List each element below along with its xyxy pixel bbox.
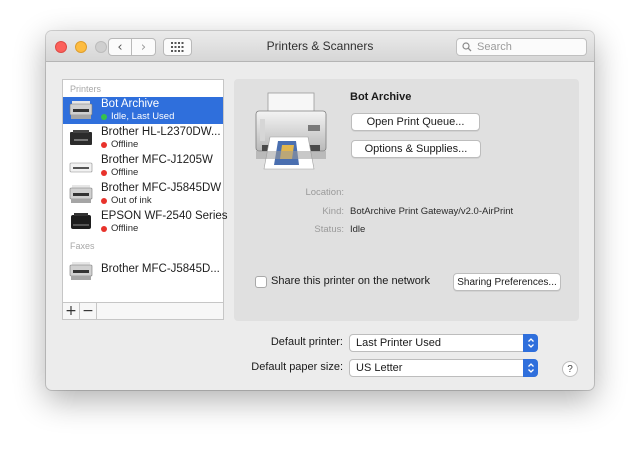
zoom-button[interactable]	[95, 41, 107, 53]
default-printer-select[interactable]: Last Printer Used	[349, 334, 538, 352]
location-label: Location:	[305, 187, 344, 198]
multifunction-printer-icon	[69, 185, 93, 203]
printer-item-brother-hl[interactable]: Brother HL-L2370DW... Offline	[63, 125, 223, 152]
printer-status: Out of ink	[101, 195, 152, 206]
multifunction-printer-icon	[69, 101, 93, 119]
kind-label: Kind:	[322, 206, 344, 217]
open-print-queue-button[interactable]: Open Print Queue...	[351, 113, 480, 131]
inkjet-printer-icon	[69, 162, 93, 173]
printer-status: Offline	[101, 167, 138, 178]
navigation-buttons: ‹ ›	[108, 38, 156, 56]
chevron-right-icon: ›	[140, 39, 147, 55]
close-button[interactable]	[55, 41, 67, 53]
printer-item-brother-j5845dw[interactable]: Brother MFC-J5845DW Out of ink	[63, 181, 223, 208]
back-button[interactable]: ‹	[108, 38, 132, 56]
help-button[interactable]: ?	[562, 361, 578, 377]
status-value: Idle	[350, 224, 366, 235]
paper-size-value: US Letter	[356, 362, 403, 374]
epson-printer-icon	[71, 213, 91, 229]
fax-item-brother-j5845d[interactable]: Brother MFC-J5845D...	[63, 258, 223, 282]
printer-large-icon	[255, 92, 327, 170]
default-printer-label: Default printer:	[270, 336, 343, 348]
minimize-button[interactable]	[75, 41, 87, 53]
list-toolbar: + −	[63, 302, 223, 319]
status-label: Status:	[314, 224, 344, 235]
printer-item-epson[interactable]: EPSON WF-2540 Series Offline	[63, 209, 228, 236]
search-field[interactable]: Search	[456, 38, 587, 56]
paper-size-label: Default paper size:	[251, 361, 343, 373]
status-dot-icon	[101, 141, 107, 148]
status-text: Idle, Last Used	[111, 111, 175, 122]
chevron-updown-icon	[523, 359, 538, 377]
printers-scanners-window: ‹ › Printers & Scanners Search Printers	[46, 31, 594, 390]
printer-status: Offline	[101, 223, 138, 234]
share-printer-checkbox[interactable]	[255, 276, 267, 288]
fax-icon	[69, 262, 93, 280]
show-all-button[interactable]	[163, 38, 192, 56]
status-dot-icon	[101, 197, 107, 204]
search-icon	[457, 42, 477, 52]
printers-section-header: Printers	[70, 84, 102, 94]
printer-status: Idle, Last Used	[101, 111, 174, 122]
chevron-updown-icon	[523, 334, 538, 352]
printer-name: Brother HL-L2370DW...	[101, 126, 221, 138]
printer-list: Printers Bot Archive Idle, Last Used Bro…	[62, 79, 228, 320]
kind-value: BotArchive Print Gateway/v2.0-AirPrint	[350, 206, 514, 217]
chevron-left-icon: ‹	[117, 39, 123, 55]
printer-name: EPSON WF-2540 Series	[101, 210, 228, 222]
forward-button[interactable]: ›	[132, 38, 156, 56]
faxes-section-header: Faxes	[70, 241, 95, 251]
printer-name: Brother MFC-J5845DW	[101, 182, 222, 194]
printer-title: Bot Archive	[350, 91, 412, 103]
printer-item-bot-archive[interactable]: Bot Archive Idle, Last Used	[63, 97, 223, 124]
status-text: Out of ink	[111, 195, 152, 206]
share-printer-label[interactable]: Share this printer on the network	[271, 275, 430, 287]
default-printer-value: Last Printer Used	[356, 337, 441, 349]
title-bar: ‹ › Printers & Scanners Search	[46, 31, 594, 62]
status-dot-icon	[101, 225, 107, 232]
printer-status: Offline	[101, 139, 138, 150]
status-text: Offline	[111, 223, 139, 234]
status-text: Offline	[111, 167, 139, 178]
paper-size-select[interactable]: US Letter	[349, 359, 538, 377]
grid-icon	[171, 42, 184, 52]
status-dot-icon	[101, 169, 107, 176]
options-supplies-button[interactable]: Options & Supplies...	[351, 140, 481, 158]
status-dot-icon	[101, 113, 107, 120]
add-printer-button[interactable]: +	[63, 303, 80, 319]
printer-item-brother-j1205w[interactable]: Brother MFC-J1205W Offline	[63, 153, 223, 180]
printer-name: Bot Archive	[101, 98, 160, 110]
sharing-preferences-button[interactable]: Sharing Preferences...	[453, 273, 561, 291]
printer-name: Brother MFC-J1205W	[101, 154, 213, 166]
status-text: Offline	[111, 139, 139, 150]
window-title: Printers & Scanners	[266, 39, 374, 53]
fax-name: Brother MFC-J5845D...	[101, 263, 220, 275]
search-placeholder: Search	[477, 41, 512, 53]
laser-printer-icon	[70, 130, 92, 145]
printer-detail-pane: Bot Archive Open Print Queue... Options …	[234, 79, 579, 321]
remove-printer-button[interactable]: −	[80, 303, 97, 319]
